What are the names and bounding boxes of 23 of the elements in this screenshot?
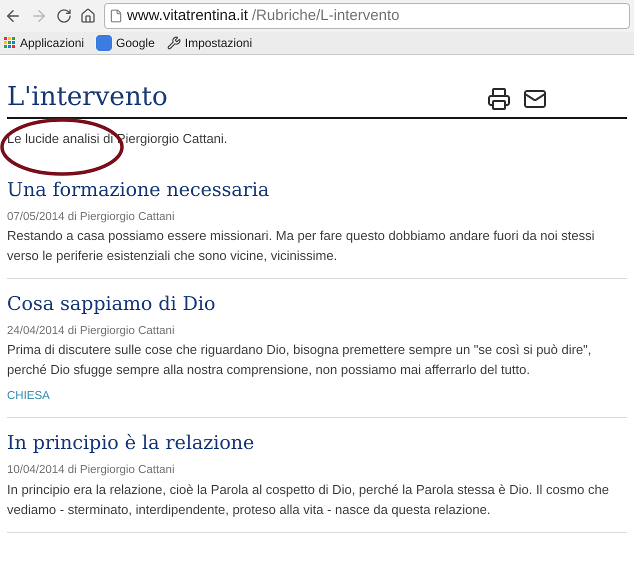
bookmark-item[interactable]: Applicazioni [4,34,84,52]
article-meta: 24/04/2014 di Piergiorgio Cattani [7,324,176,339]
article-excerpt: In principio era la relazione, cioè la Parola al cospetto di Dio, perché la Parola stessa è Dio. Il cosmo che vediamo - sterminato, interdipendente, proteso alla vita - nasce da questa relazione. [7,480,610,519]
reload-icon[interactable] [56,8,72,24]
article-title[interactable]: Una formazione necessaria [7,176,627,202]
bookmark-item[interactable]: Impostazioni [166,34,252,52]
print-icon[interactable] [487,87,511,111]
page-icon [109,9,123,23]
article-excerpt: Restando a casa possiamo essere missionari. Ma per fare questo dobbiamo andare fuori da noi stessi verso le periferie esistenziali che sono vicine, vicinissime. [7,226,596,265]
page-title: L'intervento [7,81,168,113]
category-tag[interactable]: CHIESA [7,388,627,406]
article-meta: 10/04/2014 di Piergiorgio Cattani [7,463,176,478]
bookmark-item[interactable]: Google [96,34,155,52]
apps-grid-icon [4,37,16,49]
article-title[interactable]: In principio è la relazione [7,430,627,456]
home-icon[interactable] [80,8,96,24]
article-excerpt: Prima di discutere sulle cose che riguardano Dio, bisogna premettere sempre un "se così si può dire", perché Dio sfugge sempre alla nostra comprensione, non possiamo mai afferrarlo del tutto. [7,341,592,379]
wrench-icon [166,36,181,50]
article-title[interactable]: Cosa sappiamo di Dio [7,290,627,317]
article-meta: 07/05/2014 di Piergiorgio Cattani [7,210,176,224]
mail-icon[interactable] [523,87,547,111]
back-icon[interactable] [4,7,22,25]
address-field[interactable]: www.vitatrentina.it /Rubriche/L-intervento [104,3,630,29]
